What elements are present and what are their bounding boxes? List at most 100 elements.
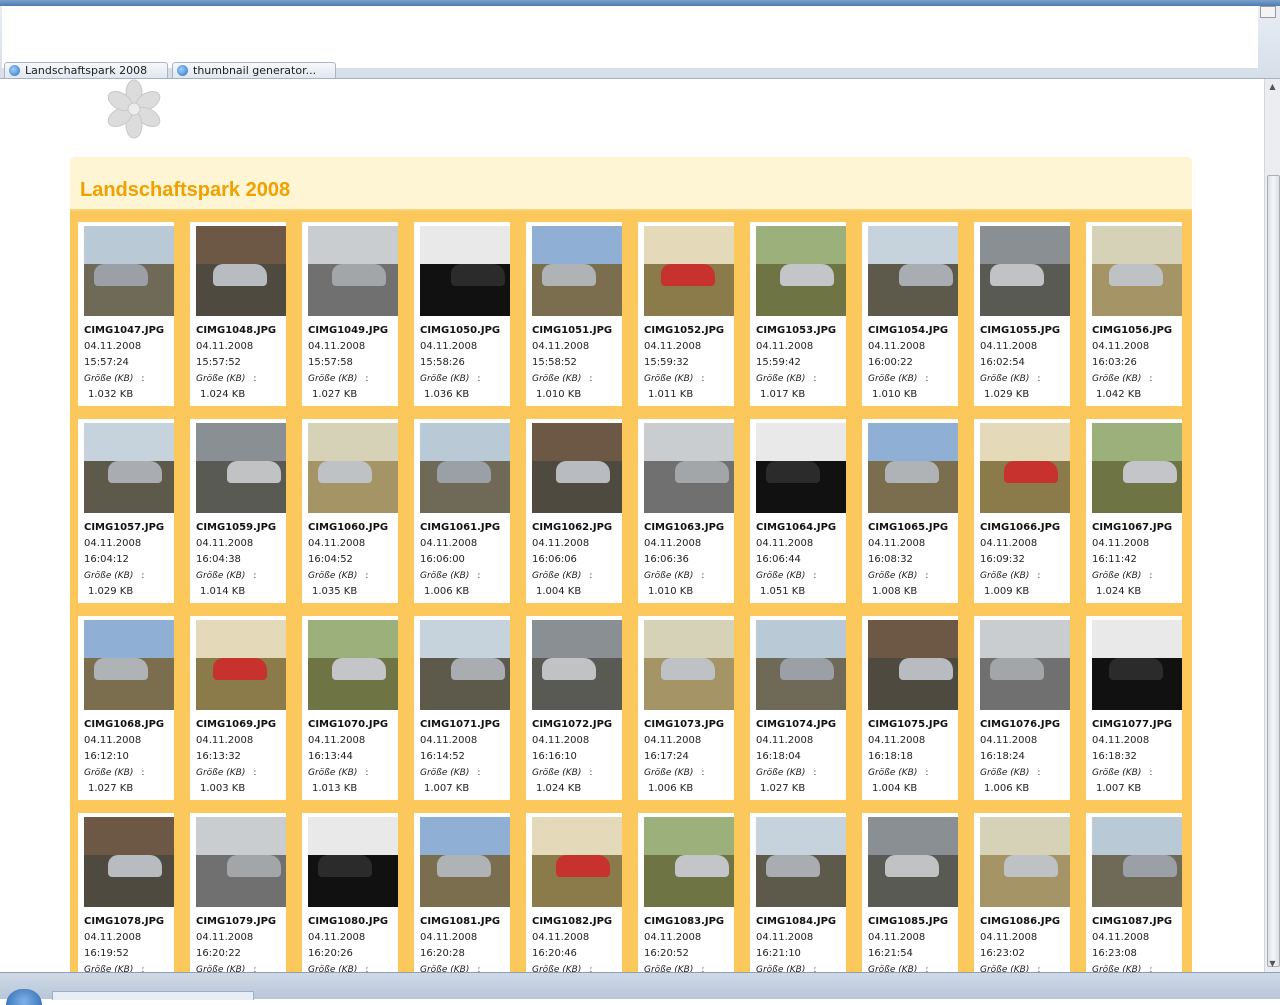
photo-card[interactable]: CIMG1065.JPG 04.11.2008 16:08:32 Größe (KB)… — [862, 419, 958, 603]
photo-card[interactable]: CIMG1073.JPG 04.11.2008 16:17:24 Größe (KB)… — [638, 616, 734, 800]
photo-card[interactable]: CIMG1056.JPG 04.11.2008 16:03:26 Größe (KB)… — [1086, 222, 1182, 406]
photo-thumbnail[interactable] — [84, 817, 174, 907]
photo-filename: CIMG1047.JPG — [84, 325, 165, 336]
photo-thumbnail[interactable] — [1092, 423, 1182, 513]
photo-thumbnail[interactable] — [980, 620, 1070, 710]
photo-card[interactable]: CIMG1079.JPG 04.11.2008 16:20:22 Größe (KB)… — [190, 813, 286, 972]
photo-thumbnail[interactable] — [644, 817, 734, 907]
photo-card[interactable]: CIMG1087.JPG 04.11.2008 16:23:08 Größe (KB)… — [1086, 813, 1182, 972]
photo-card[interactable]: CIMG1055.JPG 04.11.2008 16:02:54 Größe (KB)… — [974, 222, 1070, 406]
photo-card[interactable]: CIMG1080.JPG 04.11.2008 16:20:26 Größe (KB)… — [302, 813, 398, 972]
photo-thumbnail[interactable] — [868, 620, 958, 710]
vertical-scrollbar[interactable]: ▲ ▼ — [1264, 79, 1280, 972]
photo-card[interactable]: CIMG1053.JPG 04.11.2008 15:59:42 Größe (KB)… — [750, 222, 846, 406]
photo-thumbnail[interactable] — [420, 620, 510, 710]
photo-thumbnail[interactable] — [1092, 226, 1182, 316]
photo-thumbnail[interactable] — [308, 817, 398, 907]
photo-filename: CIMG1081.JPG — [420, 916, 501, 927]
photo-thumbnail[interactable] — [84, 620, 174, 710]
photo-thumbnail[interactable] — [868, 817, 958, 907]
start-orb-icon[interactable] — [6, 989, 42, 1005]
scroll-up-icon[interactable]: ▲ — [1265, 79, 1280, 95]
photo-date: 04.11.2008 — [308, 932, 366, 943]
photo-thumbnail[interactable] — [532, 620, 622, 710]
photo-thumbnail[interactable] — [644, 226, 734, 316]
photo-card[interactable]: CIMG1085.JPG 04.11.2008 16:21:54 Größe (KB)… — [862, 813, 958, 972]
photo-card[interactable]: CIMG1064.JPG 04.11.2008 16:06:44 Größe (KB)… — [750, 419, 846, 603]
tab-thumbnail-generator[interactable]: thumbnail generator... — [172, 62, 336, 78]
photo-thumbnail[interactable] — [868, 226, 958, 316]
photo-card[interactable]: CIMG1059.JPG 04.11.2008 16:04:38 Größe (KB)… — [190, 419, 286, 603]
tab-landschaftspark[interactable]: Landschaftspark 2008 — [4, 62, 168, 78]
photo-thumbnail[interactable] — [756, 423, 846, 513]
photo-card[interactable]: CIMG1070.JPG 04.11.2008 16:13:44 Größe (KB)… — [302, 616, 398, 800]
scroll-down-icon[interactable]: ▼ — [1265, 956, 1280, 972]
photo-thumbnail[interactable] — [644, 423, 734, 513]
photo-filename: CIMG1059.JPG — [196, 522, 277, 533]
photo-card[interactable]: CIMG1051.JPG 04.11.2008 15:58:52 Größe (KB)… — [526, 222, 622, 406]
photo-thumbnail[interactable] — [980, 423, 1070, 513]
photo-card[interactable]: CIMG1060.JPG 04.11.2008 16:04:52 Größe (KB)… — [302, 419, 398, 603]
photo-thumbnail[interactable] — [1092, 817, 1182, 907]
photo-thumbnail[interactable] — [84, 423, 174, 513]
photo-card[interactable]: CIMG1057.JPG 04.11.2008 16:04:12 Größe (KB)… — [78, 419, 174, 603]
photo-card[interactable]: CIMG1084.JPG 04.11.2008 16:21:10 Größe (KB)… — [750, 813, 846, 972]
photo-thumbnail[interactable] — [308, 620, 398, 710]
photo-card[interactable]: CIMG1068.JPG 04.11.2008 16:12:10 Größe (KB)… — [78, 616, 174, 800]
photo-card[interactable]: CIMG1062.JPG 04.11.2008 16:06:06 Größe (KB)… — [526, 419, 622, 603]
scrollbar-thumb[interactable] — [1267, 175, 1280, 967]
photo-thumbnail[interactable] — [420, 423, 510, 513]
photo-card[interactable]: CIMG1069.JPG 04.11.2008 16:13:32 Größe (KB)… — [190, 616, 286, 800]
photo-thumbnail[interactable] — [196, 817, 286, 907]
photo-thumbnail[interactable] — [420, 226, 510, 316]
photo-thumbnail[interactable] — [756, 817, 846, 907]
photo-date: 04.11.2008 — [308, 341, 366, 352]
photo-card[interactable]: CIMG1083.JPG 04.11.2008 16:20:52 Größe (KB)… — [638, 813, 734, 972]
photo-thumbnail[interactable] — [196, 620, 286, 710]
photo-thumbnail[interactable] — [868, 423, 958, 513]
photo-thumbnail[interactable] — [532, 226, 622, 316]
photo-time: 16:06:44 — [756, 554, 801, 565]
photo-card[interactable]: CIMG1074.JPG 04.11.2008 16:18:04 Größe (KB)… — [750, 616, 846, 800]
photo-card[interactable]: CIMG1054.JPG 04.11.2008 16:00:22 Größe (KB)… — [862, 222, 958, 406]
photo-thumbnail[interactable] — [1092, 620, 1182, 710]
thumbnail-sky — [644, 226, 734, 264]
photo-thumbnail[interactable] — [756, 226, 846, 316]
photo-thumbnail[interactable] — [644, 620, 734, 710]
photo-thumbnail[interactable] — [196, 226, 286, 316]
photo-card[interactable]: CIMG1048.JPG 04.11.2008 15:57:52 Größe (KB)… — [190, 222, 286, 406]
size-label-separator: : — [589, 571, 593, 581]
photo-card[interactable]: CIMG1049.JPG 04.11.2008 15:57:58 Größe (KB)… — [302, 222, 398, 406]
photo-card[interactable]: CIMG1061.JPG 04.11.2008 16:06:00 Größe (KB)… — [414, 419, 510, 603]
photo-thumbnail[interactable] — [84, 226, 174, 316]
photo-card[interactable]: CIMG1077.JPG 04.11.2008 16:18:32 Größe (KB)… — [1086, 616, 1182, 800]
photo-card[interactable]: CIMG1072.JPG 04.11.2008 16:16:10 Größe (KB)… — [526, 616, 622, 800]
photo-time: 16:19:52 — [84, 948, 129, 959]
photo-card[interactable]: CIMG1066.JPG 04.11.2008 16:09:32 Größe (KB)… — [974, 419, 1070, 603]
photo-card[interactable]: CIMG1050.JPG 04.11.2008 15:58:26 Größe (KB)… — [414, 222, 510, 406]
photo-thumbnail[interactable] — [532, 817, 622, 907]
photo-thumbnail[interactable] — [980, 226, 1070, 316]
photo-thumbnail[interactable] — [756, 620, 846, 710]
photo-thumbnail[interactable] — [420, 817, 510, 907]
window-close-button[interactable] — [1260, 6, 1276, 18]
taskbar-browser-item[interactable] — [52, 991, 254, 1000]
photo-card[interactable]: CIMG1078.JPG 04.11.2008 16:19:52 Größe (KB)… — [78, 813, 174, 972]
photo-thumbnail[interactable] — [196, 423, 286, 513]
photo-card[interactable]: CIMG1052.JPG 04.11.2008 15:59:32 Größe (KB)… — [638, 222, 734, 406]
size-label-separator: : — [925, 571, 929, 581]
photo-card[interactable]: CIMG1076.JPG 04.11.2008 16:18:24 Größe (KB)… — [974, 616, 1070, 800]
photo-card[interactable]: CIMG1086.JPG 04.11.2008 16:23:02 Größe (KB)… — [974, 813, 1070, 972]
photo-date: 04.11.2008 — [420, 932, 478, 943]
photo-thumbnail[interactable] — [980, 817, 1070, 907]
photo-card[interactable]: CIMG1081.JPG 04.11.2008 16:20:28 Größe (KB)… — [414, 813, 510, 972]
photo-card[interactable]: CIMG1063.JPG 04.11.2008 16:06:36 Größe (KB)… — [638, 419, 734, 603]
photo-thumbnail[interactable] — [532, 423, 622, 513]
photo-card[interactable]: CIMG1075.JPG 04.11.2008 16:18:18 Größe (KB)… — [862, 616, 958, 800]
photo-card[interactable]: CIMG1047.JPG 04.11.2008 15:57:24 Größe (KB)… — [78, 222, 174, 406]
photo-card[interactable]: CIMG1067.JPG 04.11.2008 16:11:42 Größe (KB)… — [1086, 419, 1182, 603]
photo-thumbnail[interactable] — [308, 423, 398, 513]
photo-thumbnail[interactable] — [308, 226, 398, 316]
photo-card[interactable]: CIMG1071.JPG 04.11.2008 16:14:52 Größe (KB)… — [414, 616, 510, 800]
photo-card[interactable]: CIMG1082.JPG 04.11.2008 16:20:46 Größe (KB)… — [526, 813, 622, 972]
